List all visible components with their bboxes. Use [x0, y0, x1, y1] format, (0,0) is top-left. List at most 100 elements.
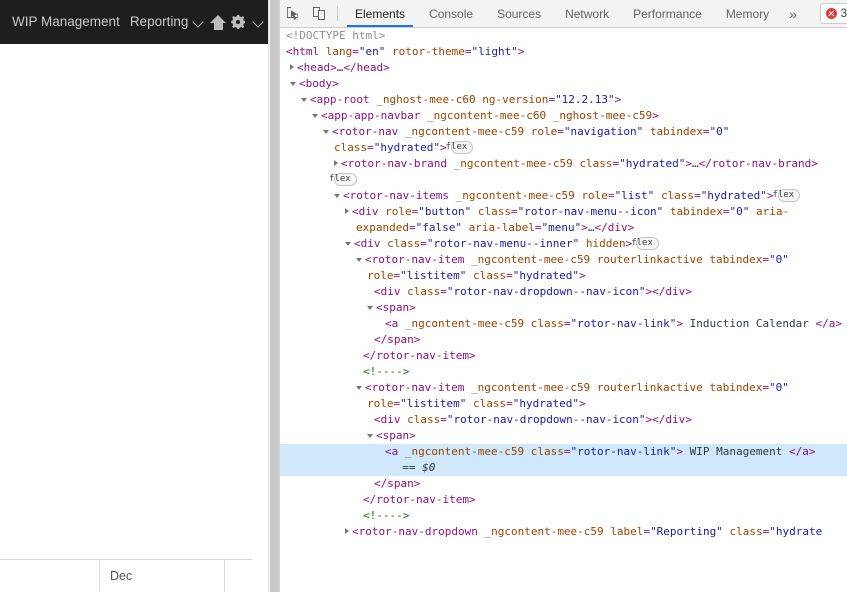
dom-node-markup: <div class="rotor-nav-menu--inner" hidde…: [354, 236, 659, 250]
dom-node[interactable]: <rotor-nav _ngcontent-mee-c59 role="navi…: [280, 124, 847, 156]
disclosure-triangle-icon[interactable]: [345, 208, 349, 214]
dom-node-markup: </rotor-nav-item>: [363, 349, 476, 362]
disclosure-triangle-icon[interactable]: [290, 64, 294, 70]
dom-node[interactable]: <div class="rotor-nav-menu--inner" hidde…: [280, 236, 847, 252]
dom-node-markup: <html lang="en" rotor-theme="light">: [286, 45, 525, 58]
dom-node-markup: <!---->: [363, 509, 410, 522]
dom-node-selected[interactable]: ⋯<a _ngcontent-mee-c59 class="rotor-nav-…: [280, 444, 847, 476]
dom-node[interactable]: </rotor-nav-item>: [280, 492, 847, 508]
dom-node[interactable]: <rotor-nav-item _ngcontent-mee-c59 route…: [280, 252, 847, 284]
more-tabs-button[interactable]: »: [781, 0, 805, 27]
disclosure-triangle-icon[interactable]: [312, 114, 318, 118]
dom-node[interactable]: <!---->: [280, 508, 847, 524]
dom-node-markup: <rotor-nav _ngcontent-mee-c59 role="navi…: [332, 125, 730, 154]
dom-node[interactable]: </span>: [280, 476, 847, 492]
tab-console[interactable]: Console: [417, 0, 485, 27]
disclosure-triangle-icon[interactable]: [345, 242, 351, 246]
page-scrollbar[interactable]: [268, 0, 278, 592]
dom-node-markup: <app-root _nghost-mee-c60 ng-version="12…: [310, 93, 622, 106]
disclosure-triangle-icon[interactable]: [356, 386, 362, 390]
inspect-element-button[interactable]: [280, 1, 306, 27]
dom-node-markup: <rotor-nav-items _ngcontent-mee-c59 role…: [343, 188, 801, 202]
table-cell: [225, 560, 252, 592]
dom-node[interactable]: <!DOCTYPE html>: [280, 28, 847, 44]
tab-memory[interactable]: Memory: [714, 0, 781, 27]
table-cell: [0, 560, 100, 592]
device-toolbar-button[interactable]: [306, 1, 332, 27]
dom-node-markup: <span>: [376, 301, 416, 314]
nav-link-wip-management[interactable]: WIP Management: [6, 0, 126, 44]
dom-node-markup: <!---->: [363, 365, 410, 378]
chevron-down-icon: [193, 17, 204, 28]
dom-node-markup: </span>: [374, 477, 421, 490]
disclosure-triangle-icon[interactable]: [301, 98, 307, 102]
dom-node[interactable]: <div class="rotor-nav-dropdown--nav-icon…: [280, 284, 847, 300]
dom-node[interactable]: <div role="button" class="rotor-nav-menu…: [280, 204, 847, 236]
toolbar-divider: [337, 6, 338, 21]
page-content: Dec: [0, 44, 268, 592]
home-button[interactable]: [208, 0, 228, 44]
dom-node[interactable]: <span>: [280, 428, 847, 444]
dom-node[interactable]: <rotor-nav-brand _ngcontent-mee-c59 clas…: [280, 156, 847, 172]
dom-node-markup: <rotor-nav-brand _ngcontent-mee-c59 clas…: [341, 157, 818, 170]
dom-node[interactable]: <!---->: [280, 364, 847, 380]
dom-node[interactable]: flex: [280, 172, 847, 188]
dom-node-markup: <div class="rotor-nav-dropdown--nav-icon…: [374, 285, 692, 298]
page-scrollbar-thumb[interactable]: [270, 0, 278, 592]
dom-node-markup: <div role="button" class="rotor-nav-menu…: [352, 205, 790, 234]
nav-dropdown-reporting[interactable]: Reporting: [126, 0, 209, 44]
disclosure-triangle-icon[interactable]: [345, 528, 349, 534]
dom-node[interactable]: <body>: [280, 76, 847, 92]
data-table: Dec: [0, 559, 252, 592]
disclosure-triangle-icon[interactable]: [334, 160, 338, 166]
dom-node[interactable]: <a _ngcontent-mee-c59 class="rotor-nav-l…: [280, 316, 847, 332]
tab-sources[interactable]: Sources: [485, 0, 553, 27]
dom-tree[interactable]: <!DOCTYPE html> <html lang="en" rotor-the…: [280, 28, 847, 592]
dom-node-markup: <span>: [376, 429, 416, 442]
dom-node-markup: </rotor-nav-item>: [363, 493, 476, 506]
dom-node-markup: <a _ngcontent-mee-c59 class="rotor-nav-l…: [385, 445, 816, 474]
tab-performance[interactable]: Performance: [621, 0, 714, 27]
dom-node-markup: <app-app-navbar _ngcontent-mee-c60 _ngho…: [321, 109, 659, 122]
devtools-panel: Elements Console Sources Network Perform…: [280, 0, 847, 592]
dom-node[interactable]: <div class="rotor-nav-dropdown--nav-icon…: [280, 412, 847, 428]
dom-node[interactable]: <html lang="en" rotor-theme="light">: [280, 44, 847, 60]
dom-node-markup: <a _ngcontent-mee-c59 class="rotor-nav-l…: [385, 317, 843, 330]
tab-network[interactable]: Network: [553, 0, 621, 27]
dom-node[interactable]: </span>: [280, 332, 847, 348]
devtools-tabs: Elements Console Sources Network Perform…: [343, 0, 805, 27]
screen: WIP Management Reporting Dec Elements Co…: [0, 0, 847, 592]
dom-node[interactable]: <head>…</head>: [280, 60, 847, 76]
error-count-badge[interactable]: 3: [819, 3, 847, 24]
disclosure-triangle-icon[interactable]: [323, 130, 329, 134]
dom-node-markup: </span>: [374, 333, 421, 346]
user-menu-button[interactable]: [248, 0, 268, 44]
disclosure-triangle-icon[interactable]: [367, 306, 373, 310]
devtools-toolbar: Elements Console Sources Network Perform…: [280, 0, 847, 28]
dom-node[interactable]: <span>: [280, 300, 847, 316]
nav-dropdown-reporting-label: Reporting: [129, 14, 189, 29]
inspected-page-pane: WIP Management Reporting Dec: [0, 0, 278, 592]
dom-node[interactable]: <app-root _nghost-mee-c60 ng-version="12…: [280, 92, 847, 108]
home-icon: [210, 14, 227, 30]
inspect-element-icon: [287, 7, 300, 20]
disclosure-triangle-icon[interactable]: [356, 258, 362, 262]
dom-node[interactable]: </rotor-nav-item>: [280, 348, 847, 364]
disclosure-triangle-icon[interactable]: [290, 82, 296, 86]
settings-button[interactable]: [228, 0, 248, 44]
site-navbar: WIP Management Reporting: [0, 0, 268, 44]
error-icon: [825, 8, 837, 19]
dom-node[interactable]: <rotor-nav-dropdown _ngcontent-mee-c59 l…: [280, 524, 847, 540]
dom-node-markup: <!DOCTYPE html>: [286, 29, 386, 42]
gear-icon: [230, 14, 246, 30]
chevron-down-icon: [253, 17, 264, 28]
dom-node[interactable]: <rotor-nav-items _ngcontent-mee-c59 role…: [280, 188, 847, 204]
tab-elements[interactable]: Elements: [343, 0, 417, 27]
disclosure-triangle-icon[interactable]: [367, 434, 373, 438]
dom-node-markup: <rotor-nav-item _ngcontent-mee-c59 route…: [365, 253, 789, 282]
disclosure-triangle-icon[interactable]: [334, 194, 340, 198]
dom-node[interactable]: <app-app-navbar _ngcontent-mee-c60 _ngho…: [280, 108, 847, 124]
error-count-label: 3: [840, 7, 847, 20]
dom-node[interactable]: <rotor-nav-item _ngcontent-mee-c59 route…: [280, 380, 847, 412]
table-cell-month: Dec: [100, 560, 225, 592]
